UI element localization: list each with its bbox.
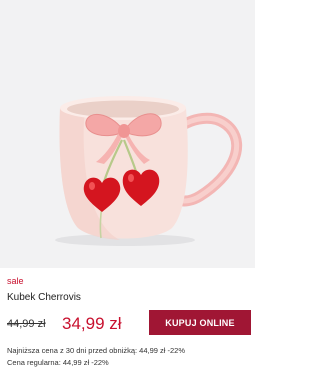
product-image[interactable] — [0, 0, 255, 268]
regular-price-note: Cena regularna: 44,99 zł -22% — [7, 358, 109, 367]
sale-price: 34,99 zł — [62, 314, 122, 333]
mug-illustration — [55, 96, 243, 246]
sale-badge: sale — [7, 276, 24, 286]
lowest-price-note: Najniższa cena z 30 dni przed obniżką: 4… — [7, 346, 186, 355]
old-price: 44,99 zł — [7, 318, 46, 330]
buy-online-button[interactable]: KUPUJ ONLINE — [149, 310, 251, 335]
product-card[interactable]: sale Kubek Cherrovis 44,99 zł 34,99 zł K… — [0, 0, 255, 370]
product-name[interactable]: Kubek Cherrovis — [7, 292, 81, 304]
